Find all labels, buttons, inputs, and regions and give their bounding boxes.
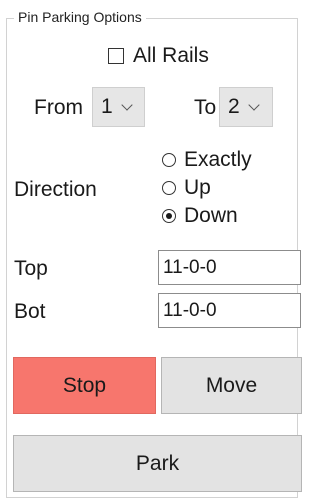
radio-exactly-label: Exactly (184, 148, 252, 171)
direction-label: Direction (14, 178, 97, 201)
radio-button-icon[interactable] (162, 153, 176, 167)
chevron-down-icon (121, 98, 133, 111)
to-dropdown-value: 2 (228, 95, 240, 118)
pin-parking-panel: Pin Parking Options All Rails From 1 To … (0, 0, 303, 504)
bot-label: Bot (14, 300, 46, 323)
all-rails-label: All Rails (133, 44, 209, 67)
group-title: Pin Parking Options (14, 9, 146, 25)
radio-exactly[interactable]: Exactly (162, 146, 252, 174)
bot-input[interactable]: 11-0-0 (158, 293, 301, 328)
all-rails-checkbox-box[interactable] (108, 48, 124, 64)
radio-down-label: Down (184, 204, 238, 227)
radio-button-selected-icon[interactable] (162, 209, 176, 223)
park-button[interactable]: Park (13, 435, 302, 492)
top-label: Top (14, 257, 48, 280)
all-rails-checkbox[interactable]: All Rails (108, 42, 209, 70)
move-button[interactable]: Move (161, 357, 302, 414)
radio-up-label: Up (184, 176, 211, 199)
to-label: To (194, 96, 217, 119)
stop-button[interactable]: Stop (13, 357, 156, 414)
to-dropdown[interactable]: 2 (219, 87, 273, 127)
from-dropdown-value: 1 (101, 95, 113, 118)
from-dropdown[interactable]: 1 (92, 87, 145, 127)
radio-button-icon[interactable] (162, 181, 176, 195)
chevron-down-icon (248, 98, 260, 111)
radio-up[interactable]: Up (162, 174, 211, 202)
radio-down[interactable]: Down (162, 202, 238, 230)
top-input[interactable]: 11-0-0 (158, 250, 301, 285)
from-label: From (34, 96, 83, 119)
